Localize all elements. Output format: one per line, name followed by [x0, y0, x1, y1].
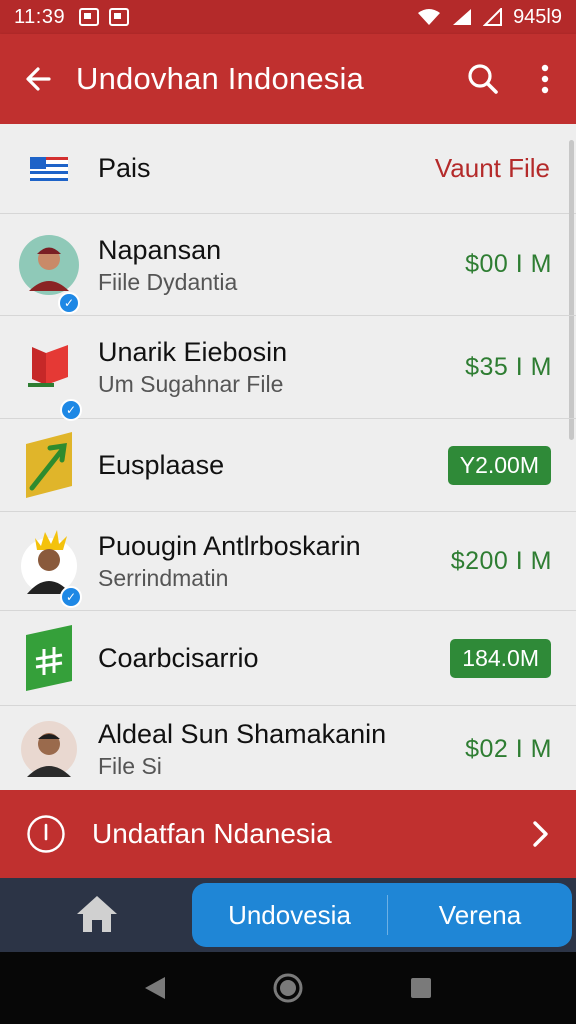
- list-header: Pais Vaunt File: [0, 124, 576, 214]
- signal-icon-2: [483, 8, 503, 26]
- item-amount-badge: Y2.00M: [447, 445, 551, 485]
- info-banner[interactable]: Undatfan Ndanesia: [0, 790, 576, 878]
- more-options-button[interactable]: [514, 34, 576, 124]
- avatar: [21, 721, 77, 777]
- list-header-label: Pais: [98, 153, 151, 183]
- app-bar: Undovhan Indonesia: [0, 34, 576, 124]
- folder-arrow-icon: [26, 432, 72, 498]
- status-right-text: 945l9: [513, 5, 562, 28]
- nav-back-icon[interactable]: [143, 975, 167, 1001]
- more-vert-icon: [541, 64, 549, 94]
- verified-badge-icon: ✓: [60, 399, 82, 421]
- segment-verena[interactable]: Verena: [388, 900, 572, 931]
- verified-badge-icon: ✓: [60, 586, 82, 608]
- segment-undovesia[interactable]: Undovesia: [192, 895, 388, 935]
- system-navigation: [0, 952, 576, 1024]
- info-icon: [27, 815, 65, 853]
- item-subtitle: Fiile Dydantia: [98, 268, 238, 295]
- list-item[interactable]: Coarbcisarrio 184.0M: [0, 611, 576, 706]
- verified-badge-icon: ✓: [58, 291, 80, 314]
- status-bar: 11:39 945l9: [0, 0, 576, 34]
- item-amount-badge: 184.0M: [450, 638, 551, 678]
- nav-recents-icon[interactable]: [409, 976, 433, 1000]
- item-subtitle: Um Sugahnar File: [98, 371, 284, 397]
- item-name: Unarik Eiebosin: [98, 337, 288, 367]
- chevron-right-icon: [533, 821, 548, 847]
- signal-icon: [453, 9, 472, 25]
- item-subtitle: Serrindmatin: [98, 565, 229, 591]
- book-icon: [28, 345, 68, 387]
- item-name: Coarbcisarrio: [98, 643, 259, 673]
- bottom-navigation: Undovesia Verena: [0, 878, 576, 952]
- item-amount: $00 I M: [465, 250, 552, 278]
- page-title: Undovhan Indonesia: [76, 61, 364, 96]
- item-amount: $200 I M: [450, 546, 552, 575]
- ledger-icon: [26, 625, 72, 691]
- notification-icon: [79, 8, 100, 26]
- item-name: Eusplaase: [98, 450, 225, 480]
- list-item[interactable]: Aldeal Sun Shamakanin File Si $02 I M: [0, 706, 576, 790]
- status-time: 11:39: [14, 5, 66, 28]
- file-list[interactable]: Pais Vaunt File ✓ Napansan Fiile Dydanti…: [0, 124, 576, 790]
- avatar: [19, 234, 79, 295]
- nav-home-icon[interactable]: [272, 972, 304, 1004]
- flag-icon: [30, 156, 68, 181]
- home-tab[interactable]: [62, 894, 132, 938]
- wifi-icon: [418, 9, 441, 25]
- item-name: Aldeal Sun Shamakanin: [98, 719, 387, 749]
- segmented-control: Undovesia Verena: [192, 883, 572, 947]
- list-item[interactable]: Eusplaase Y2.00M: [0, 419, 576, 512]
- item-amount: $02 I M: [465, 734, 552, 763]
- item-amount: $35 I M: [465, 352, 552, 381]
- back-arrow-icon: [26, 67, 51, 91]
- list-item[interactable]: ✓ Puougin Antlrboskarin Serrindmatin $20…: [0, 512, 576, 611]
- home-icon: [77, 896, 117, 932]
- search-icon: [468, 64, 498, 94]
- item-name: Puougin Antlrboskarin: [98, 531, 361, 561]
- banner-text: Undatfan Ndanesia: [92, 818, 332, 849]
- item-name: Napansan: [98, 234, 222, 265]
- list-item[interactable]: ✓ Unarik Eiebosin Um Sugahnar File $35 I…: [0, 316, 576, 421]
- notification-icon-2: [109, 8, 130, 26]
- search-button[interactable]: [452, 34, 514, 124]
- avatar: [21, 530, 77, 594]
- vaunt-file-link[interactable]: Vaunt File: [435, 153, 576, 184]
- list-item[interactable]: ✓ Napansan Fiile Dydantia $00 I M: [0, 214, 576, 316]
- back-button[interactable]: [0, 34, 76, 124]
- item-subtitle: File Si: [98, 753, 162, 779]
